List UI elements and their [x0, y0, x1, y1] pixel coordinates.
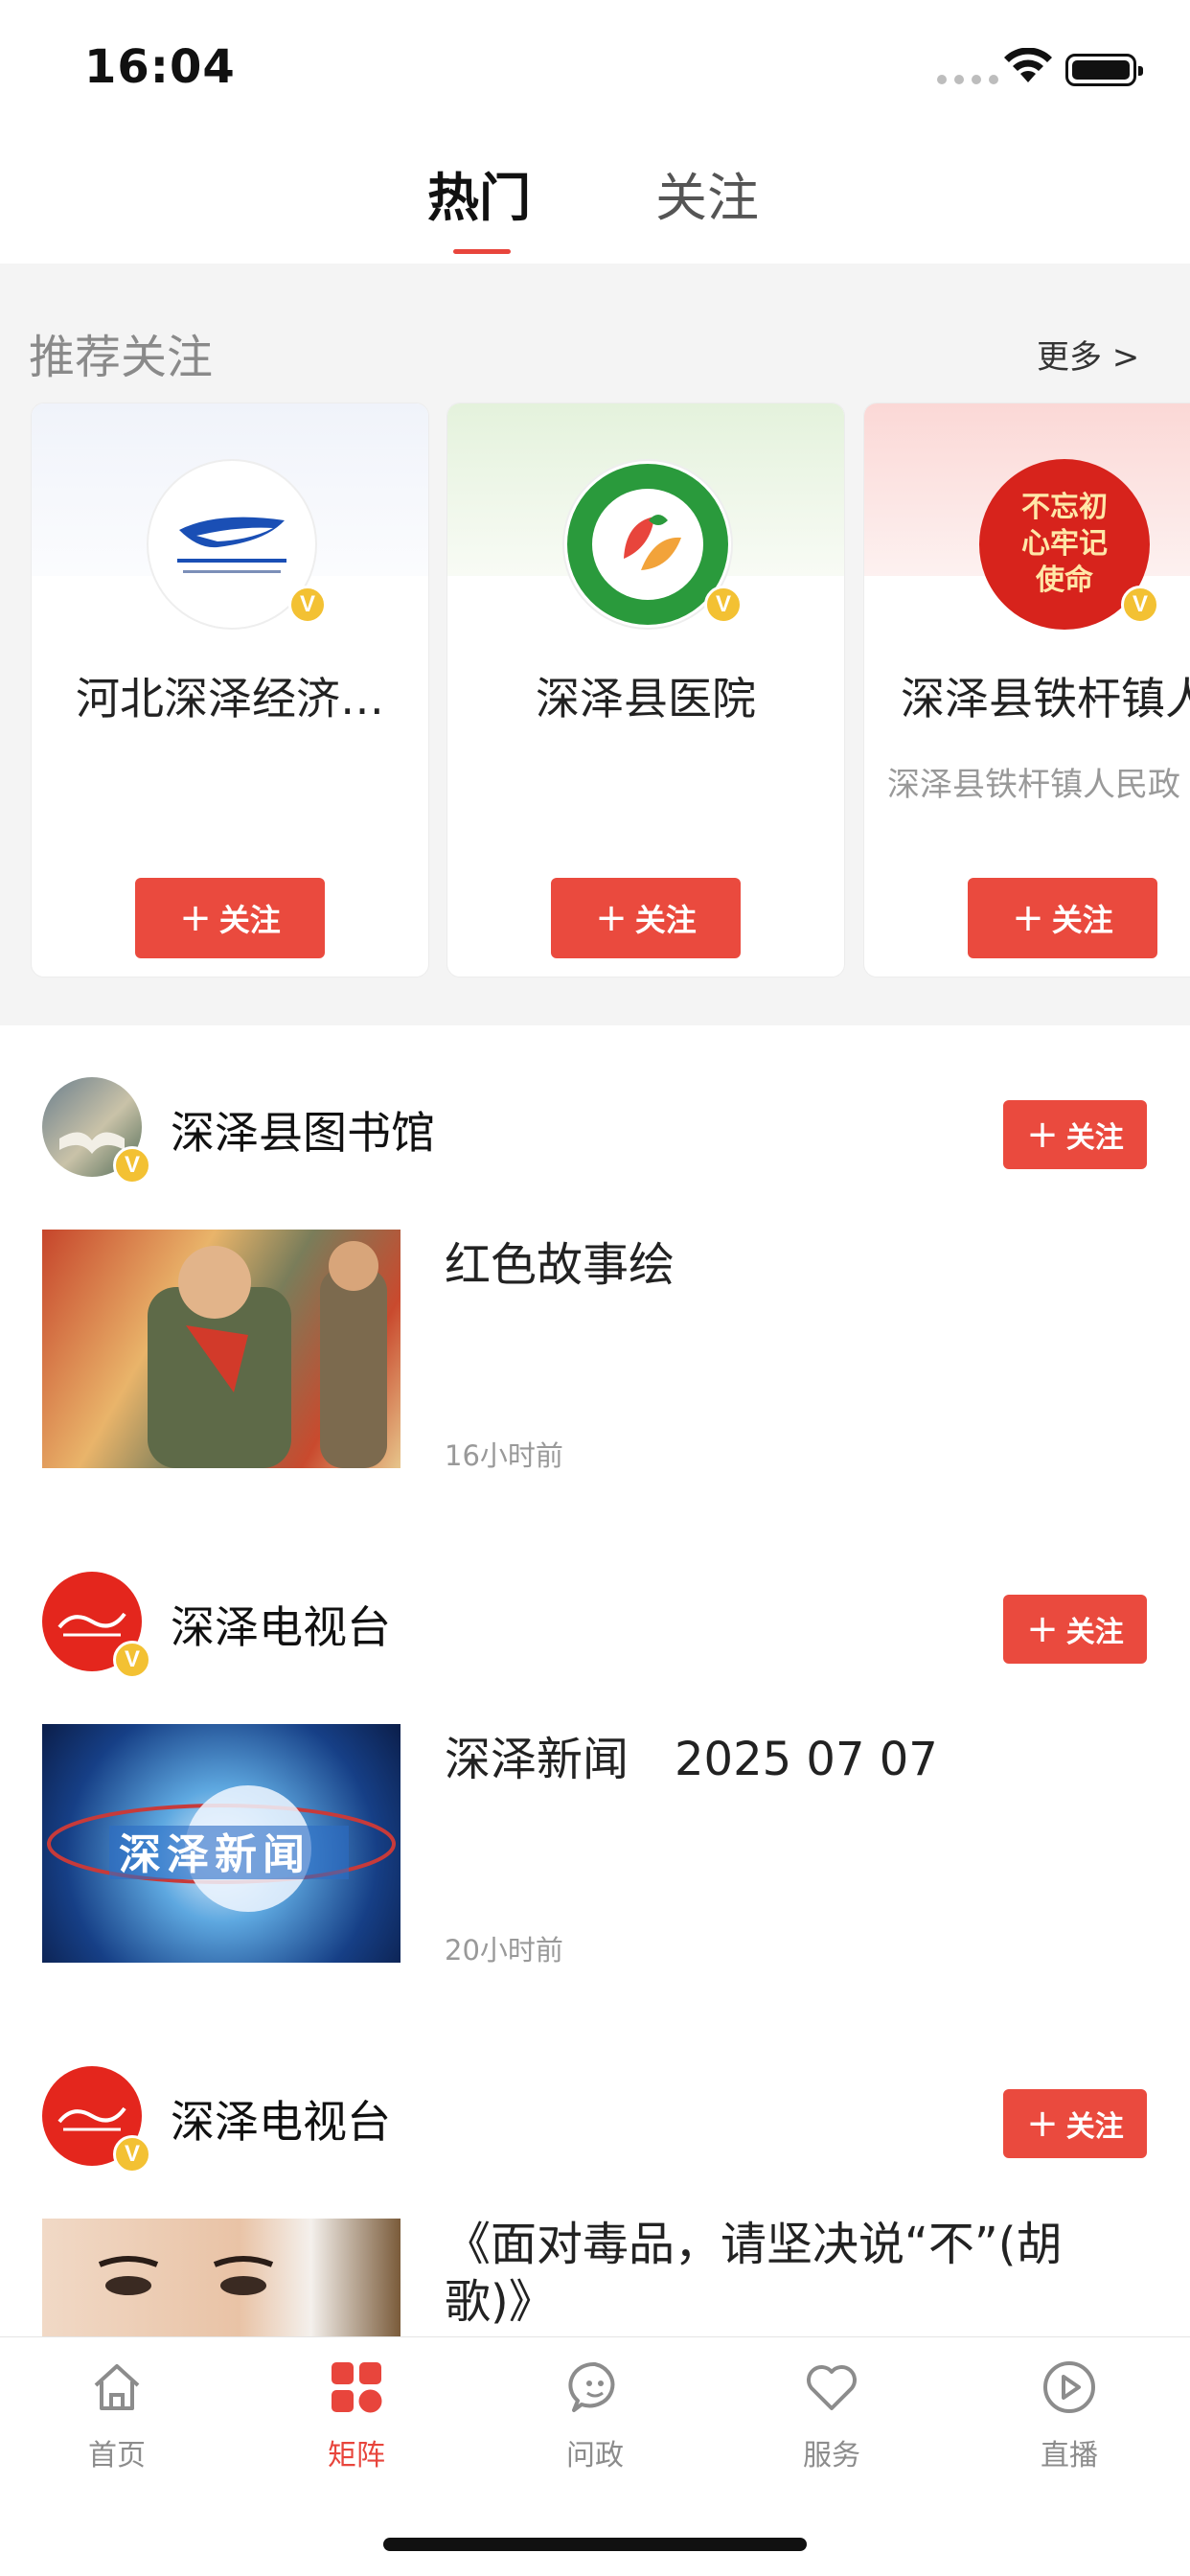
- dev-zone-logo-icon: [177, 517, 286, 573]
- nav-service[interactable]: 服务: [760, 2358, 904, 2473]
- heart-icon: [807, 2365, 857, 2410]
- more-link[interactable]: 更多 >: [1037, 331, 1139, 378]
- matrix-icon: [332, 2362, 382, 2413]
- article-title[interactable]: 《面对毒品，请坚决说“不”(胡歌)》: [445, 2216, 1134, 2331]
- chat-icon: [568, 2361, 615, 2412]
- follow-button[interactable]: + 关注: [135, 878, 325, 958]
- nav-live[interactable]: 直播: [997, 2358, 1141, 2473]
- recommend-card[interactable]: V 河北深泽经济… + 关注: [31, 402, 429, 978]
- section-title: 推荐关注: [29, 331, 214, 384]
- follow-button[interactable]: + 关注: [551, 878, 741, 958]
- recommend-card[interactable]: V 深泽县医院 + 关注: [446, 402, 845, 978]
- home-icon: [94, 2364, 140, 2410]
- follow-button[interactable]: + 关注: [1003, 2089, 1147, 2158]
- account-name[interactable]: 深泽电视台: [171, 1593, 391, 1656]
- status-time: 16:04: [84, 40, 236, 94]
- nav-home[interactable]: 首页: [45, 2358, 189, 2473]
- nav-label: 矩阵: [328, 2439, 385, 2472]
- tab-hot[interactable]: 热门: [427, 155, 531, 231]
- status-bar: 16:04: [0, 0, 1190, 134]
- play-icon: [1043, 2361, 1095, 2413]
- tv-station-logo-icon: [57, 1612, 126, 1637]
- thumbnail-caption: 深泽新闻: [119, 1830, 310, 1879]
- tab-active-indicator: [453, 249, 511, 254]
- plus-icon: +: [1026, 2102, 1059, 2146]
- plus-icon: +: [595, 896, 628, 940]
- nav-label: 问政: [566, 2439, 624, 2472]
- article-time: 20小时前: [445, 1934, 563, 1966]
- verified-icon: V: [113, 1641, 151, 1679]
- portrait-image: [98, 2256, 274, 2295]
- account-name[interactable]: 深泽县图书馆: [171, 1098, 435, 1162]
- follow-button[interactable]: + 关注: [968, 878, 1157, 958]
- article-time: 16小时前: [445, 1439, 563, 1472]
- card-name: 河北深泽经济…: [76, 673, 384, 724]
- card-name: 深泽县医院: [536, 673, 756, 724]
- tab-following[interactable]: 关注: [655, 155, 759, 231]
- article-title[interactable]: 深泽新闻 2025 07 07: [445, 1731, 1134, 1788]
- follow-button[interactable]: + 关注: [1003, 1595, 1147, 1664]
- nav-matrix[interactable]: 矩阵: [285, 2358, 428, 2473]
- nav-label: 首页: [88, 2439, 146, 2472]
- wifi-icon: [1004, 48, 1052, 82]
- plus-icon: +: [1012, 896, 1044, 940]
- verified-icon: V: [1121, 586, 1159, 624]
- nav-inquiry[interactable]: 问政: [523, 2358, 667, 2473]
- recommend-card[interactable]: 不忘初心牢记使命 V 深泽县铁杆镇人民政府 深泽县铁杆镇人民政 +关注: [863, 402, 1190, 978]
- home-indicator[interactable]: [383, 2538, 807, 2551]
- account-name[interactable]: 深泽电视台: [171, 2087, 391, 2150]
- verified-icon: V: [113, 1146, 151, 1184]
- plus-icon: +: [1026, 1607, 1059, 1651]
- verified-icon: V: [704, 586, 743, 624]
- article-thumbnail[interactable]: [42, 1230, 400, 1468]
- card-subtitle: 深泽县铁杆镇人民政: [887, 766, 1180, 804]
- battery-icon: [1065, 54, 1143, 86]
- recommend-section: 推荐关注 更多 > V 河北深泽经济… + 关注 V 深泽县医院 + 关注 不忘…: [0, 264, 1190, 1025]
- tv-station-logo-icon: [57, 2106, 126, 2131]
- plus-icon: +: [1026, 1113, 1059, 1157]
- nav-label: 服务: [803, 2439, 860, 2472]
- verified-icon: V: [288, 586, 327, 624]
- nav-label: 直播: [1041, 2439, 1098, 2472]
- plus-icon: +: [179, 896, 212, 940]
- article-thumbnail[interactable]: 深泽新闻: [42, 1724, 400, 1963]
- card-name: 深泽县铁杆镇人民政府: [901, 673, 1190, 724]
- top-tabs: 热门 关注: [0, 144, 1190, 264]
- verified-icon: V: [113, 2135, 151, 2174]
- cellular-signal-icon: [937, 75, 998, 84]
- poster-image: [148, 1241, 387, 1468]
- article-title[interactable]: 红色故事绘: [445, 1236, 1134, 1294]
- follow-button[interactable]: + 关注: [1003, 1100, 1147, 1169]
- article-thumbnail[interactable]: [42, 2219, 400, 2337]
